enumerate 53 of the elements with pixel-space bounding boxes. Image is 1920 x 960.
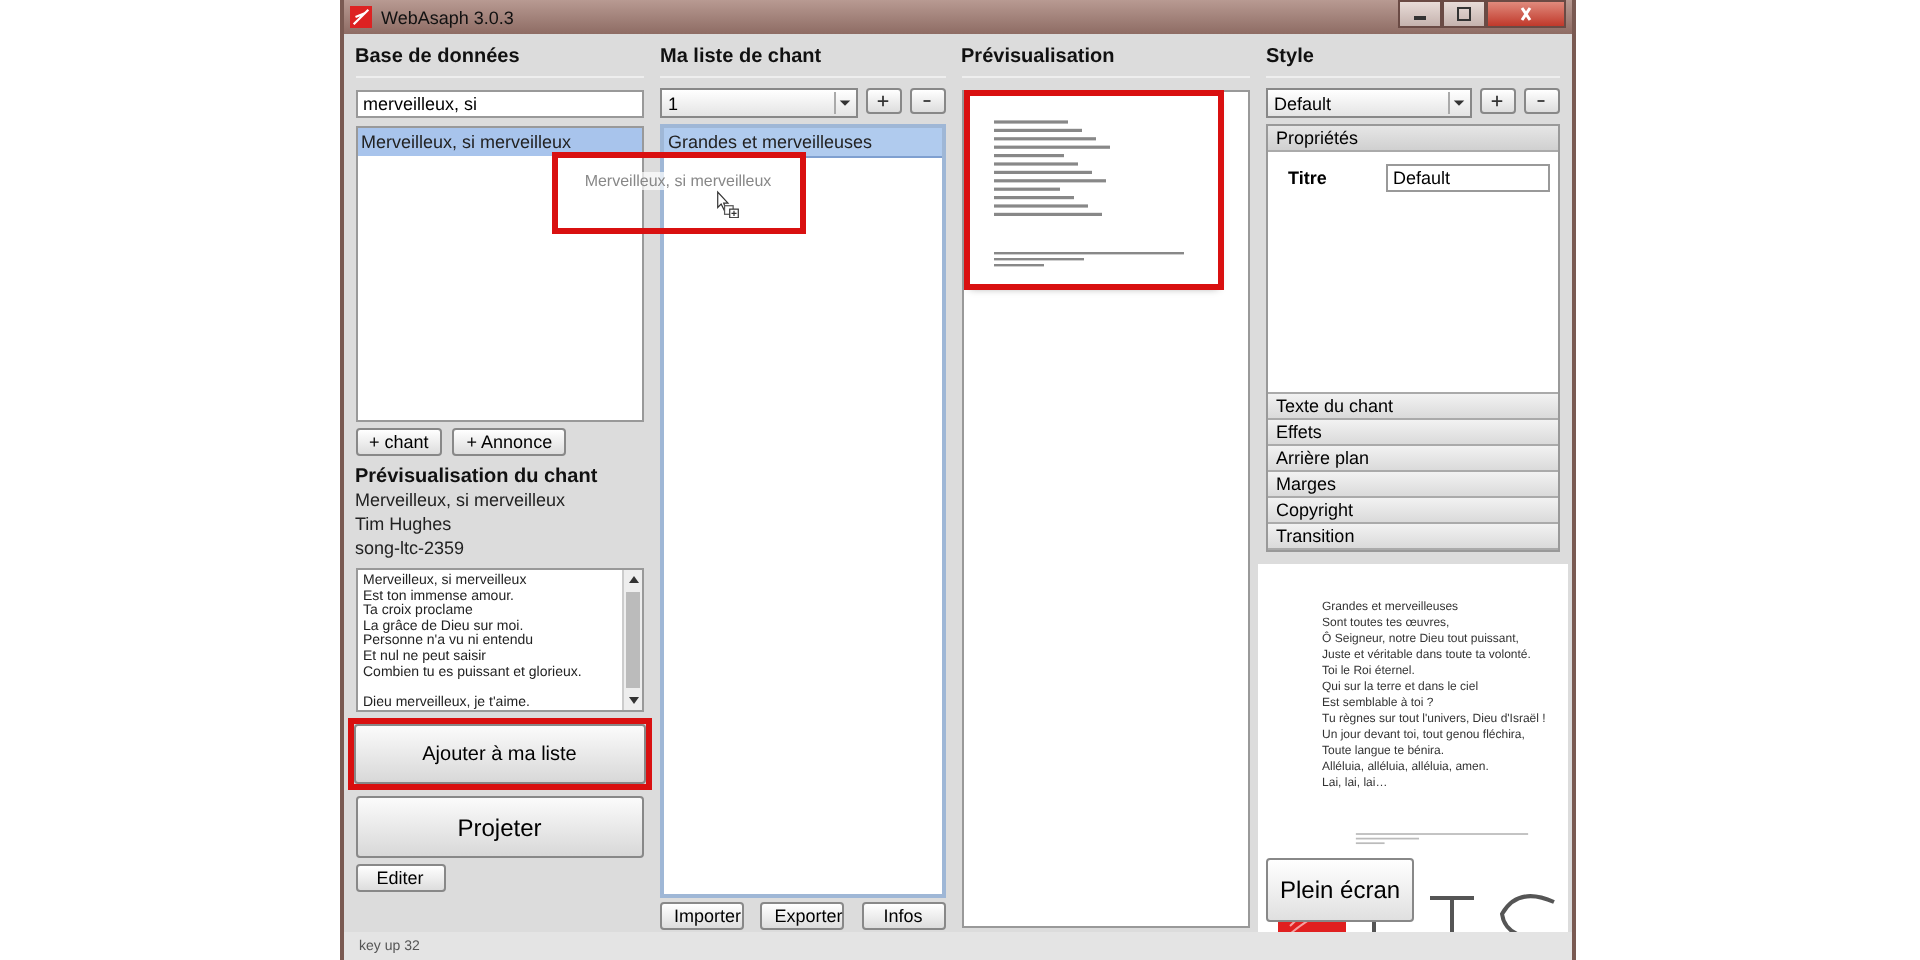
add-button[interactable]: + Annonce <box>452 428 567 456</box>
list-dropdown[interactable]: 1 <box>660 88 858 118</box>
scroll-down-icon[interactable] <box>627 696 639 706</box>
panel-heading: Base de données <box>355 40 644 78</box>
song-author: Tim Hughes <box>355 512 454 536</box>
accordion-header[interactable]: Transition <box>1268 524 1557 550</box>
close-icon <box>1515 6 1535 22</box>
search-field[interactable]: merveilleux, si <box>355 90 644 118</box>
list-item[interactable]: Merveilleux, si merveilleux <box>357 128 642 156</box>
lyrics-box[interactable] <box>355 568 644 712</box>
app-icon <box>349 6 371 28</box>
project-button[interactable]: Projeter <box>355 796 644 858</box>
panel-heading: Prévisualisation <box>961 40 1251 78</box>
style-dropdown[interactable]: Default <box>1266 88 1471 118</box>
minimize-button[interactable] <box>1397 0 1441 28</box>
caret-icon <box>838 98 853 108</box>
song-id: song-ltc-2359 <box>355 536 467 560</box>
drag-copy-cursor-icon <box>716 190 740 218</box>
fullscreen-button[interactable]: Plein écran <box>1266 857 1415 922</box>
song-title: Merveilleux, si merveilleux <box>355 488 568 512</box>
panel-heading: Ma liste de chant <box>660 40 946 78</box>
list-action-button[interactable]: Exporter <box>760 902 845 930</box>
panel-heading: Style <box>1266 40 1559 78</box>
plus-icon <box>876 94 891 108</box>
add-button[interactable]: + chant <box>355 428 443 456</box>
list-action-button[interactable]: Infos <box>861 902 945 930</box>
scroll-up-icon[interactable] <box>627 574 639 584</box>
add-list-button[interactable] <box>865 88 902 114</box>
add-style-button[interactable] <box>1479 88 1515 114</box>
scrollbar[interactable] <box>622 570 642 710</box>
property-label: Titre <box>1288 168 1327 188</box>
maximize-icon <box>1453 6 1473 22</box>
accordion-header[interactable]: Texte du chant <box>1268 394 1557 420</box>
list-action-button[interactable]: Importer <box>660 902 744 930</box>
caret-icon <box>1452 98 1466 108</box>
slide-thumbnail[interactable] <box>969 96 1218 284</box>
accordion-header[interactable]: Copyright <box>1268 498 1557 524</box>
maximize-button[interactable] <box>1441 0 1485 28</box>
list-item[interactable]: Grandes et merveilleuses <box>664 128 942 158</box>
plus-icon <box>1490 94 1504 108</box>
close-button[interactable] <box>1485 0 1565 28</box>
minus-icon <box>1534 94 1548 108</box>
section-heading: Prévisualisation du chant <box>355 466 600 488</box>
accordion-header[interactable]: Propriétés <box>1268 126 1557 152</box>
edit-button[interactable]: Editer <box>355 864 445 892</box>
minus-icon <box>920 94 935 108</box>
accordion-header[interactable]: Effets <box>1268 420 1557 446</box>
accordion-header[interactable]: Arrière plan <box>1268 446 1557 472</box>
window-title: WebAsaph 3.0.3 <box>381 7 514 27</box>
accordion-header[interactable]: Marges <box>1268 472 1557 498</box>
title-field[interactable]: Default <box>1385 164 1549 192</box>
add-to-list-button[interactable]: Ajouter à ma liste <box>353 724 646 784</box>
dragged-item-label: Merveilleux, si merveilleux <box>584 172 772 190</box>
